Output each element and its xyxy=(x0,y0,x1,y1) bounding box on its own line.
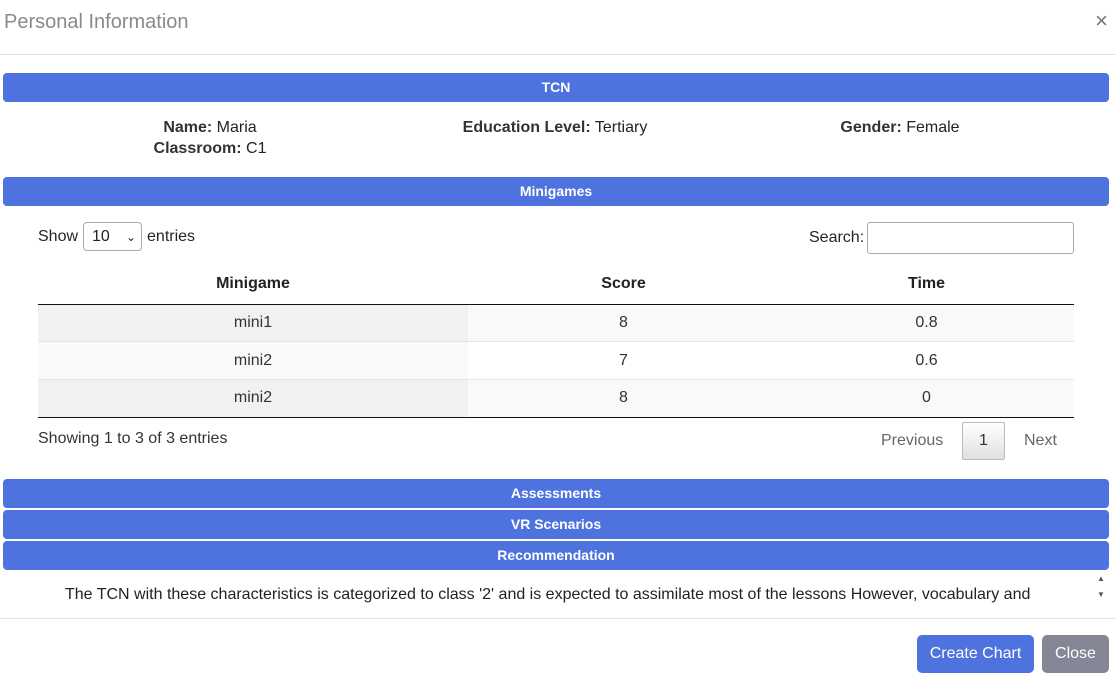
section-header-vr-scenarios[interactable]: VR Scenarios xyxy=(3,510,1109,539)
table-info: Showing 1 to 3 of 3 entries xyxy=(38,430,228,447)
column-header-time[interactable]: Time xyxy=(779,264,1074,305)
classroom-label: Classroom: xyxy=(153,140,242,157)
table-cell: 8 xyxy=(468,379,779,418)
education-value: Tertiary xyxy=(594,119,648,136)
pagination-page-1[interactable]: 1 xyxy=(962,422,1005,460)
section-header-recommendation[interactable]: Recommendation xyxy=(3,541,1109,570)
gender-label: Gender: xyxy=(840,119,902,136)
chevron-down-icon: ⌄ xyxy=(125,230,137,244)
table-cell: 7 xyxy=(468,341,779,380)
recommendation-scrollbar[interactable]: ▲ ▼ xyxy=(1093,570,1109,604)
modal-header: Personal Information × xyxy=(0,0,1116,55)
show-label: Show xyxy=(38,227,79,245)
section-header-tcn[interactable]: TCN xyxy=(3,73,1109,102)
search-input[interactable] xyxy=(867,222,1075,254)
name-value: Maria xyxy=(216,119,257,136)
recommendation-panel: The TCN with these characteristics is ca… xyxy=(0,570,1108,604)
table-cell: 8 xyxy=(468,304,779,343)
education-label: Education Level: xyxy=(462,119,591,136)
classroom-value: C1 xyxy=(246,140,267,157)
column-header-score[interactable]: Score xyxy=(468,264,779,305)
pagination-previous[interactable]: Previous xyxy=(881,432,943,450)
recommendation-text: The TCN with these characteristics is ca… xyxy=(65,586,1031,603)
table-cell: mini1 xyxy=(38,304,468,343)
create-chart-button[interactable]: Create Chart xyxy=(917,635,1034,673)
table-row: mini1 8 0.8 xyxy=(38,304,1074,343)
table-cell: mini2 xyxy=(38,341,468,380)
table-cell: 0.6 xyxy=(779,341,1074,380)
section-header-assessments[interactable]: Assessments xyxy=(3,479,1109,508)
table-cell: 0 xyxy=(779,379,1074,418)
gender-info: Gender: Female xyxy=(820,117,980,138)
gender-value: Female xyxy=(906,119,960,136)
page-size-value: 10 xyxy=(92,227,110,245)
pagination-next[interactable]: Next xyxy=(1024,432,1057,450)
table-cell: mini2 xyxy=(38,379,468,418)
table-row: mini2 8 0 xyxy=(38,379,1074,418)
section-header-minigames[interactable]: Minigames xyxy=(3,177,1109,206)
table-cell: 0.8 xyxy=(779,304,1074,343)
table-row: mini2 7 0.6 xyxy=(38,341,1074,380)
close-button[interactable]: Close xyxy=(1042,635,1109,673)
name-label: Name: xyxy=(163,119,213,136)
minigames-table: Minigame Score Time mini1 8 0.8 mini2 7 … xyxy=(38,264,1074,418)
scroll-up-icon[interactable]: ▲ xyxy=(1097,574,1105,583)
close-icon[interactable]: × xyxy=(1095,9,1108,33)
search-control: Search: xyxy=(809,222,1075,254)
column-header-minigame[interactable]: Minigame xyxy=(38,264,468,305)
search-label: Search: xyxy=(809,229,865,246)
page-size-select[interactable]: 10 ⌄ xyxy=(83,222,143,251)
show-entries-control: Show 10 ⌄ entries xyxy=(38,222,195,251)
education-info: Education Level: Tertiary xyxy=(440,117,670,138)
scroll-down-icon[interactable]: ▼ xyxy=(1097,590,1105,599)
modal-title: Personal Information xyxy=(4,11,189,33)
name-classroom-info: Name: Maria Classroom: C1 xyxy=(150,117,270,159)
entries-label: entries xyxy=(147,227,196,245)
